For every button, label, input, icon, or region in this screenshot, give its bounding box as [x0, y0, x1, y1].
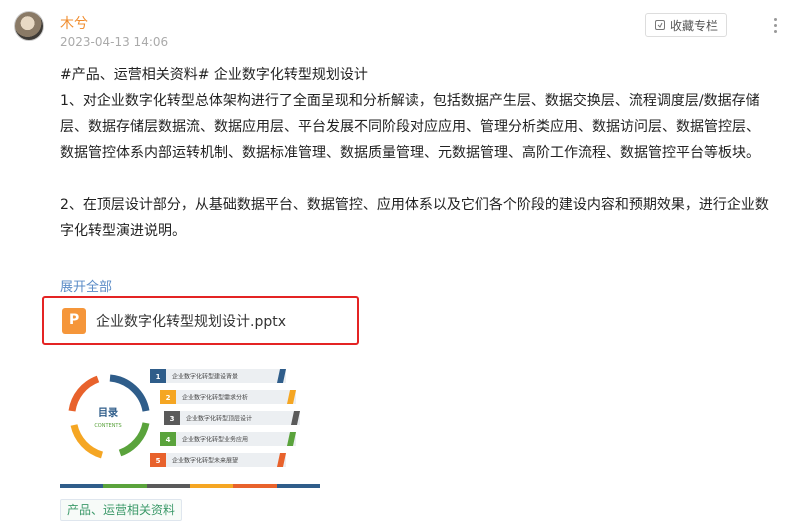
post-paragraph-1: 1、对企业数字化转型总体架构进行了全面呈现和分析解读，包括数据产生层、数据交换层… — [60, 93, 760, 161]
color-bar-segment — [146, 484, 190, 488]
toc-item-label: 企业数字化转型顶层设计 — [186, 415, 252, 423]
post-timestamp: 2023-04-13 14:06 — [60, 35, 169, 49]
toc-item-number: 4 — [166, 436, 171, 444]
toc-item-number: 3 — [170, 415, 175, 423]
topic-tag[interactable]: 产品、运营相关资料 — [60, 499, 183, 521]
dot-icon — [773, 17, 777, 21]
thumbnail-color-bar — [60, 484, 320, 488]
toc-item: 3 企业数字化转型顶层设计 — [164, 411, 300, 425]
author-name[interactable]: 木兮 — [60, 13, 88, 33]
avatar[interactable] — [14, 11, 44, 41]
dot-icon — [773, 29, 777, 33]
attachment-file[interactable]: 企业数字化转型规划设计.pptx — [42, 296, 359, 345]
toc-title: 目录 — [98, 407, 118, 419]
toc-item: 5 企业数字化转型未来展望 — [150, 453, 286, 467]
color-bar-segment — [276, 484, 320, 488]
color-bar-segment — [103, 484, 147, 488]
toc-item-number: 5 — [156, 457, 161, 465]
toc-item-label: 企业数字化转型业务应用 — [182, 436, 248, 444]
expand-all-link[interactable]: 展开全部 — [60, 276, 112, 295]
toc-item-number: 2 — [166, 394, 171, 402]
favorite-column-button[interactable]: 收藏专栏 — [644, 13, 727, 37]
toc-item: 1 企业数字化转型建设背景 — [150, 369, 286, 383]
attachment-thumbnail[interactable]: 目录 CONTENTS 1 企业数字化转型建设背景 2 企业数字化转型需求分析 3 企业数… — [60, 353, 320, 488]
post-content: #产品、运营相关资料# 企业数字化转型规划设计 1、对企业数字化转型总体架构进行… — [60, 62, 772, 244]
toc-subtitle: CONTENTS — [94, 423, 121, 429]
post-paragraph-2: 2、在顶层设计部分，从基础数据平台、数据管控、应用体系以及它们各个阶段的建设内容… — [60, 197, 769, 239]
thumbnail-graphic: 目录 CONTENTS 1 企业数字化转型建设背景 2 企业数字化转型需求分析 3 企业数… — [68, 369, 300, 467]
bookmark-icon — [654, 20, 665, 30]
ppt-file-icon — [62, 307, 86, 334]
post-topic-line: #产品、运营相关资料# 企业数字化转型规划设计 — [60, 67, 368, 83]
color-bar-segment — [60, 484, 104, 488]
dot-icon — [773, 23, 777, 27]
attachment-file-name: 企业数字化转型规划设计.pptx — [96, 313, 286, 330]
toc-item-number: 1 — [156, 373, 161, 381]
color-bar-segment — [189, 484, 234, 488]
toc-item: 2 企业数字化转型需求分析 — [160, 390, 296, 404]
post-card: 木兮 2023-04-13 14:06 收藏专栏 #产品、运营相关资料# 企业数… — [0, 0, 797, 530]
toc-item-label: 企业数字化转型建设背景 — [172, 373, 238, 381]
more-menu-button[interactable] — [765, 13, 785, 37]
toc-item: 4 企业数字化转型业务应用 — [160, 432, 296, 446]
favorite-label: 收藏专栏 — [669, 18, 718, 33]
toc-item-label: 企业数字化转型未来展望 — [172, 457, 238, 465]
color-bar-segment — [233, 484, 277, 488]
toc-item-label: 企业数字化转型需求分析 — [182, 394, 248, 402]
